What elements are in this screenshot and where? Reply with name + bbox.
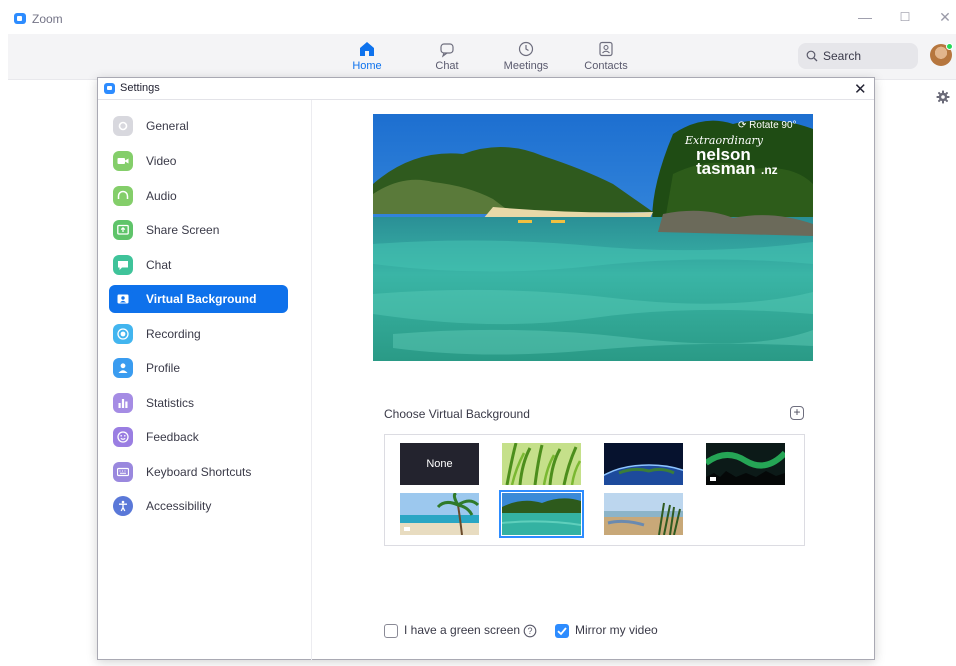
sidebar-item-video[interactable]: Video [109,147,288,175]
chat-bubble-icon [113,255,133,275]
sidebar-item-label: Keyboard Shortcuts [146,465,252,479]
maximize-button[interactable]: ☐ [895,10,915,24]
tab-home-label: Home [352,60,382,72]
person-icon [113,358,133,378]
sidebar-item-statistics[interactable]: Statistics [109,389,288,417]
smiley-icon [113,427,133,447]
add-background-button[interactable]: + [790,406,804,420]
sidebar-item-label: Recording [146,327,201,341]
virtual-background-image: Extraordinary nelson tasman .nz [373,114,813,361]
settings-title: Settings [120,82,160,94]
tab-chat-label: Chat [435,60,459,72]
background-golden-bay[interactable] [499,490,584,538]
minimize-button[interactable]: — [855,9,875,25]
tab-chat[interactable]: Chat [412,40,482,72]
tab-contacts-label: Contacts [584,60,628,72]
sidebar-item-audio[interactable]: Audio [109,182,288,210]
sidebar-item-label: Audio [146,189,177,203]
zoom-logo-icon [104,83,115,94]
background-estuary[interactable] [604,493,683,535]
close-window-button[interactable]: ✕ [935,9,955,26]
background-grass[interactable] [502,443,581,485]
sidebar-item-label: Statistics [146,396,195,410]
sidebar-item-label: Profile [146,361,181,375]
background-none[interactable]: None [400,443,479,485]
sidebar-item-profile[interactable]: Profile [109,354,288,382]
sidebar-item-label: General [146,119,189,133]
sidebar-item-chat[interactable]: Chat [109,251,288,279]
settings-header: Settings ✕ [98,78,874,100]
sidebar-item-keyboard-shortcuts[interactable]: Keyboard Shortcuts [109,458,288,486]
rotate-90-button[interactable]: ⟳ Rotate 90° [738,120,797,131]
mirror-video-checkbox[interactable] [555,624,569,638]
sidebar-item-share-screen[interactable]: Share Screen [109,216,288,244]
presence-status-dot [946,43,953,50]
sidebar-item-accessibility[interactable]: Accessibility [109,492,288,520]
keyboard-icon [113,462,133,482]
gear-icon [113,116,133,136]
background-earth[interactable] [604,443,683,485]
tab-home[interactable]: Home [332,40,402,72]
gear-icon[interactable] [936,90,950,104]
background-aurora[interactable] [706,443,785,485]
bar-chart-icon [113,393,133,413]
search-icon [806,50,818,62]
video-camera-icon [113,151,133,171]
video-preview: Extraordinary nelson tasman .nz [373,114,813,361]
headphones-icon [113,186,133,206]
svg-text:tasman: tasman [696,159,756,178]
mirror-video-label: Mirror my video [575,623,658,637]
choose-background-label: Choose Virtual Background [384,407,530,421]
person-badge-icon [113,289,133,309]
search-input[interactable]: Search [798,43,918,69]
tab-contacts[interactable]: Contacts [571,40,641,72]
rotate-label: Rotate 90° [749,120,797,131]
home-icon [360,42,374,56]
tab-meetings[interactable]: Meetings [491,40,561,72]
checkmark-icon [557,627,567,636]
sidebar-item-general[interactable]: General [109,112,288,140]
rotate-icon: ⟳ [738,120,750,131]
share-screen-icon [113,220,133,240]
search-placeholder: Search [823,49,862,63]
green-screen-label: I have a green screen [404,623,521,637]
chat-bubble-icon [440,43,454,58]
sidebar-item-label: Accessibility [146,499,212,513]
app-title: Zoom [32,12,63,26]
tab-meetings-label: Meetings [503,60,549,72]
help-icon[interactable]: ? [523,624,537,638]
clock-icon [518,41,534,57]
sidebar-item-label: Video [146,154,177,168]
top-navigation: Home Chat Meetings Contacts Search [8,34,956,80]
green-screen-checkbox[interactable] [384,624,398,638]
background-thumbnail-grid: None [384,434,805,546]
plus-icon: + [793,405,801,419]
accessibility-icon [113,496,133,516]
settings-dialog: Settings ✕ General Video Audio Share Scr… [97,77,875,660]
sidebar-item-label: Virtual Background [146,292,257,306]
sidebar-item-recording[interactable]: Recording [109,320,288,348]
background-beach-palm[interactable] [400,493,479,535]
sidebar-item-label: Share Screen [146,223,220,237]
svg-text:.nz: .nz [761,163,778,177]
record-icon [113,324,133,344]
sidebar-item-virtual-background[interactable]: Virtual Background [109,285,288,313]
zoom-logo-icon [14,13,26,24]
window-title-bar: Zoom — ☐ ✕ [0,0,956,36]
contact-card-icon [599,41,613,57]
svg-text:?: ? [527,626,532,636]
sidebar-item-label: Feedback [146,430,199,444]
sidebar-item-feedback[interactable]: Feedback [109,423,288,451]
settings-close-button[interactable]: ✕ [854,80,867,98]
sidebar-item-label: Chat [146,258,172,272]
settings-sidebar: General Video Audio Share Screen Chat Vi… [98,100,312,660]
